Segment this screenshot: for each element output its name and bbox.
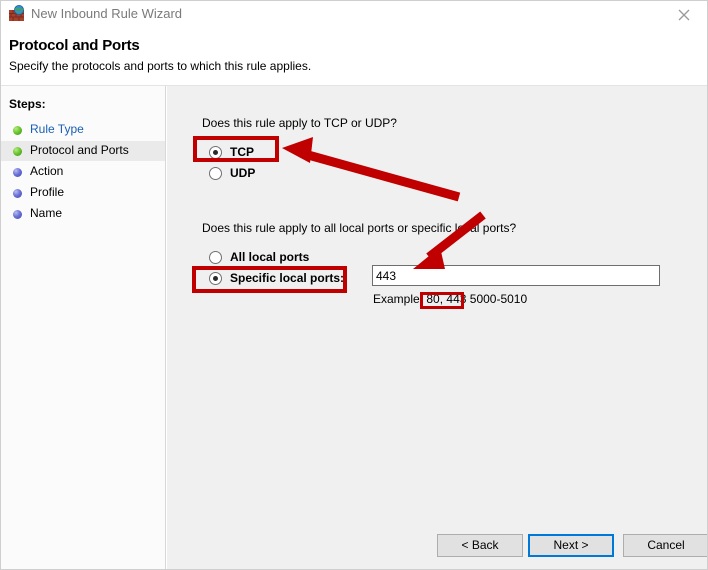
title-bar: New Inbound Rule Wizard (1, 1, 707, 28)
step-bullet-icon (13, 147, 22, 156)
step-bullet-icon (13, 210, 22, 219)
radio-dot-icon (209, 250, 222, 264)
firewall-globe-icon (8, 5, 25, 22)
radio-udp-label: UDP (230, 166, 256, 180)
radio-udp[interactable]: UDP (209, 164, 255, 182)
cancel-button[interactable]: Cancel (623, 534, 707, 557)
radio-all-local-ports-label: All local ports (230, 250, 310, 264)
sidebar-item-label: Name (30, 206, 63, 220)
ports-question-label: Does this rule apply to all local ports … (202, 221, 517, 235)
sidebar-item-rule-type[interactable]: Rule Type (1, 120, 165, 140)
example-highlight-text: 80, 443 (426, 292, 467, 306)
step-bullet-icon (13, 168, 22, 177)
sidebar-item-label: Action (30, 164, 64, 178)
example-tail-text: 5000-5010 (469, 292, 528, 306)
steps-sidebar: Steps: Rule Type Protocol and Ports Acti… (1, 86, 166, 569)
radio-tcp-label: TCP (230, 145, 254, 159)
steps-heading: Steps: (9, 97, 46, 111)
content-pane: Does this rule apply to TCP or UDP? TCP … (167, 86, 707, 569)
new-inbound-rule-wizard-window: New Inbound Rule Wizard Protocol and Por… (0, 0, 708, 570)
close-icon[interactable] (662, 1, 707, 28)
sidebar-item-label: Protocol and Ports (30, 143, 129, 157)
protocol-question-label: Does this rule apply to TCP or UDP? (202, 116, 397, 130)
sidebar-item-label: Rule Type (30, 122, 84, 136)
page-title: Protocol and Ports (9, 37, 140, 54)
ports-input[interactable] (372, 265, 660, 286)
example-label: Example: (373, 292, 424, 306)
radio-dot-icon (209, 166, 222, 180)
sidebar-item-label: Profile (30, 185, 65, 199)
radio-specific-local-ports-label: Specific local ports: (230, 271, 345, 285)
window-title: New Inbound Rule Wizard (31, 6, 183, 21)
radio-specific-local-ports[interactable]: Specific local ports: (209, 269, 344, 287)
sidebar-item-protocol-and-ports[interactable]: Protocol and Ports (1, 141, 165, 161)
step-bullet-icon (13, 126, 22, 135)
next-button[interactable]: Next > (528, 534, 614, 557)
page-subtitle: Specify the protocols and ports to which… (9, 59, 312, 73)
radio-all-local-ports[interactable]: All local ports (209, 248, 309, 266)
sidebar-item-action[interactable]: Action (1, 162, 165, 182)
sidebar-item-name[interactable]: Name (1, 204, 165, 224)
radio-dot-icon (209, 271, 222, 285)
example-ports-hint: Example: 80, 443 5000-5010 (373, 292, 527, 306)
sidebar-item-profile[interactable]: Profile (1, 183, 165, 203)
radio-dot-icon (209, 145, 222, 159)
step-bullet-icon (13, 189, 22, 198)
back-button[interactable]: < Back (437, 534, 523, 557)
radio-tcp[interactable]: TCP (209, 143, 254, 161)
